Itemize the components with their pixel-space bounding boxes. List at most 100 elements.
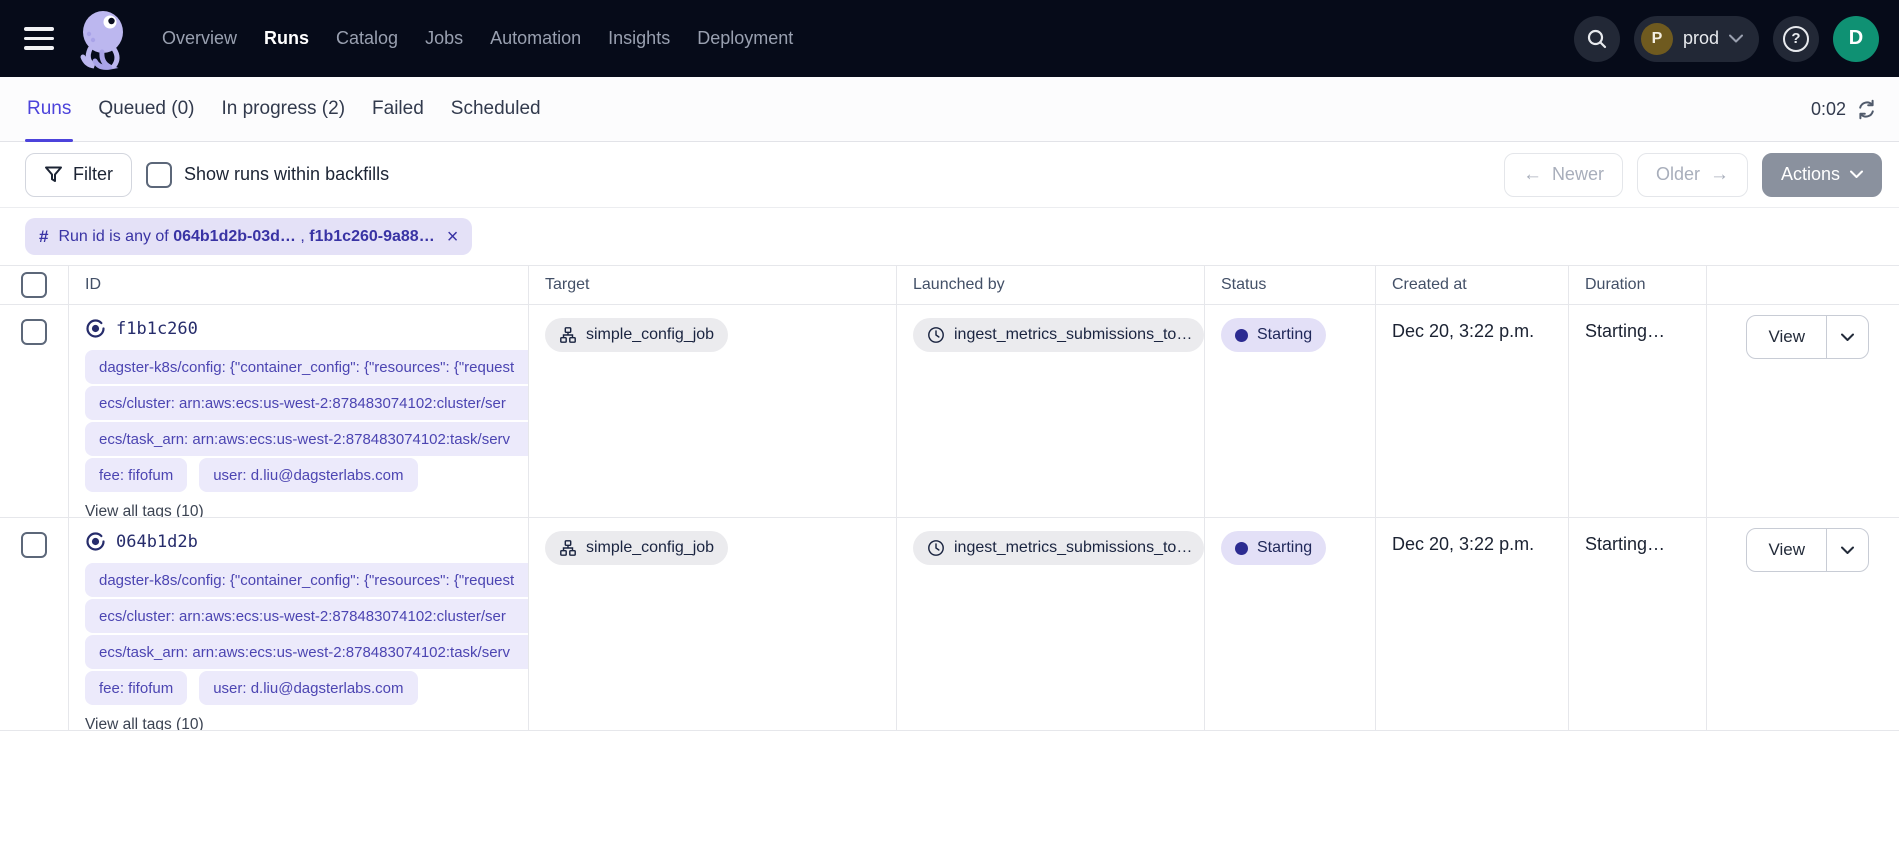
- clock-icon: [927, 326, 945, 344]
- run-starting-spinner-icon: [85, 318, 106, 339]
- view-split-button: View: [1746, 528, 1869, 572]
- chevron-down-icon: [1729, 34, 1743, 43]
- status-dot-icon: [1235, 542, 1248, 555]
- run-starting-spinner-icon: [85, 531, 106, 552]
- refresh-icon[interactable]: [1856, 99, 1877, 120]
- run-tag[interactable]: ecs/task_arn: arn:aws:ecs:us-west-2:8784…: [85, 635, 528, 669]
- tab-runs[interactable]: Runs: [25, 77, 73, 141]
- view-dropdown-button[interactable]: [1826, 529, 1868, 571]
- tab-in-progress[interactable]: In progress (2): [219, 77, 347, 141]
- created-at-value: Dec 20, 3:22 p.m.: [1376, 305, 1569, 517]
- runs-toolbar: Filter Show runs within backfills ← Newe…: [0, 142, 1899, 208]
- nav-link-catalog[interactable]: Catalog: [336, 28, 398, 49]
- run-tag[interactable]: user: d.liu@dagsterlabs.com: [199, 458, 417, 492]
- tab-queued[interactable]: Queued (0): [96, 77, 196, 141]
- funnel-icon: [44, 165, 63, 184]
- status-dot-icon: [1235, 329, 1248, 342]
- runs-tab-bar: Runs Queued (0) In progress (2) Failed S…: [0, 77, 1899, 142]
- run-tag[interactable]: fee: fifofum: [85, 671, 187, 705]
- active-filters-row: # Run id is any of 064b1d2b-03d… , f1b1c…: [0, 208, 1899, 265]
- workspace-name: prod: [1683, 28, 1719, 49]
- run-tag[interactable]: ecs/task_arn: arn:aws:ecs:us-west-2:8784…: [85, 422, 528, 456]
- navbar-right-cluster: P prod ? D: [1574, 16, 1879, 62]
- tab-scheduled[interactable]: Scheduled: [449, 77, 543, 141]
- table-row: 064b1d2b dagster-k8s/config: {"container…: [0, 518, 1899, 731]
- header-status: Status: [1205, 266, 1376, 304]
- header-target: Target: [529, 266, 897, 304]
- backfills-toggle: Show runs within backfills: [146, 162, 389, 188]
- nav-link-deployment[interactable]: Deployment: [697, 28, 793, 49]
- header-created-at: Created at: [1376, 266, 1569, 304]
- hamburger-menu-icon[interactable]: [24, 27, 54, 50]
- table-row: f1b1c260 dagster-k8s/config: {"container…: [0, 305, 1899, 518]
- primary-nav: Overview Runs Catalog Jobs Automation In…: [162, 28, 793, 49]
- nav-link-insights[interactable]: Insights: [608, 28, 670, 49]
- remove-filter-icon[interactable]: ×: [447, 227, 459, 247]
- header-id: ID: [69, 266, 529, 304]
- search-icon: [1586, 28, 1608, 50]
- run-tag[interactable]: ecs/cluster: arn:aws:ecs:us-west-2:87848…: [85, 386, 528, 420]
- view-button[interactable]: View: [1747, 529, 1826, 571]
- duration-value: Starting…: [1569, 518, 1707, 730]
- target-job-pill[interactable]: simple_config_job: [545, 318, 728, 352]
- clock-icon: [927, 539, 945, 557]
- run-tags: dagster-k8s/config: {"container_config":…: [85, 350, 528, 494]
- tab-failed[interactable]: Failed: [370, 77, 426, 141]
- runs-page: Overview Runs Catalog Jobs Automation In…: [0, 0, 1899, 843]
- run-tag[interactable]: dagster-k8s/config: {"container_config":…: [85, 350, 528, 384]
- status-badge: Starting: [1221, 531, 1326, 565]
- select-all-checkbox[interactable]: [21, 272, 47, 298]
- chevron-down-icon: [1850, 170, 1863, 179]
- workspace-avatar: P: [1641, 23, 1673, 55]
- run-tag[interactable]: fee: fifofum: [85, 458, 187, 492]
- runs-table-header: ID Target Launched by Status Created at …: [0, 265, 1899, 305]
- target-job-pill[interactable]: simple_config_job: [545, 531, 728, 565]
- help-icon: ?: [1783, 26, 1809, 52]
- status-badge: Starting: [1221, 318, 1326, 352]
- view-split-button: View: [1746, 315, 1869, 359]
- workspace-switcher[interactable]: P prod: [1634, 16, 1759, 62]
- created-at-value: Dec 20, 3:22 p.m.: [1376, 518, 1569, 730]
- duration-value: Starting…: [1569, 305, 1707, 517]
- backfills-label: Show runs within backfills: [184, 164, 389, 185]
- view-all-tags-link[interactable]: View all tags (10): [85, 716, 204, 730]
- search-button[interactable]: [1574, 16, 1620, 62]
- dagster-logo-icon[interactable]: [76, 8, 134, 70]
- view-button[interactable]: View: [1747, 316, 1826, 358]
- run-tag[interactable]: user: d.liu@dagsterlabs.com: [199, 671, 417, 705]
- hash-icon: #: [39, 227, 48, 247]
- nav-link-runs[interactable]: Runs: [264, 28, 309, 49]
- row-checkbox[interactable]: [21, 532, 47, 558]
- header-launched-by: Launched by: [897, 266, 1205, 304]
- filter-chip-text: Run id is any of 064b1d2b-03d… , f1b1c26…: [58, 228, 434, 246]
- newer-button[interactable]: ← Newer: [1504, 153, 1623, 197]
- filter-run-id-1: 064b1d2b-03d…: [173, 228, 296, 245]
- help-button[interactable]: ?: [1773, 16, 1819, 62]
- row-checkbox[interactable]: [21, 319, 47, 345]
- nav-link-jobs[interactable]: Jobs: [425, 28, 463, 49]
- run-id-filter-chip[interactable]: # Run id is any of 064b1d2b-03d… , f1b1c…: [25, 218, 472, 255]
- run-tags: dagster-k8s/config: {"container_config":…: [85, 563, 528, 707]
- nav-link-automation[interactable]: Automation: [490, 28, 581, 49]
- run-tag[interactable]: ecs/cluster: arn:aws:ecs:us-west-2:87848…: [85, 599, 528, 633]
- job-icon: [559, 539, 577, 557]
- actions-button[interactable]: Actions: [1762, 153, 1882, 197]
- filter-button[interactable]: Filter: [25, 153, 132, 197]
- backfills-checkbox[interactable]: [146, 162, 172, 188]
- run-id-link[interactable]: f1b1c260: [85, 318, 528, 339]
- launched-by-pill[interactable]: ingest_metrics_submissions_to…: [913, 318, 1204, 352]
- run-tag[interactable]: dagster-k8s/config: {"container_config":…: [85, 563, 528, 597]
- run-id-link[interactable]: 064b1d2b: [85, 531, 528, 552]
- arrow-left-icon: ←: [1523, 165, 1542, 184]
- launched-by-pill[interactable]: ingest_metrics_submissions_to…: [913, 531, 1204, 565]
- nav-link-overview[interactable]: Overview: [162, 28, 237, 49]
- view-dropdown-button[interactable]: [1826, 316, 1868, 358]
- top-navbar: Overview Runs Catalog Jobs Automation In…: [0, 0, 1899, 77]
- refresh-countdown: 0:02: [1811, 99, 1846, 120]
- view-all-tags-link[interactable]: View all tags (10): [85, 503, 204, 517]
- user-avatar[interactable]: D: [1833, 16, 1879, 62]
- arrow-right-icon: →: [1710, 165, 1729, 184]
- older-button[interactable]: Older →: [1637, 153, 1748, 197]
- header-duration: Duration: [1569, 266, 1707, 304]
- job-icon: [559, 326, 577, 344]
